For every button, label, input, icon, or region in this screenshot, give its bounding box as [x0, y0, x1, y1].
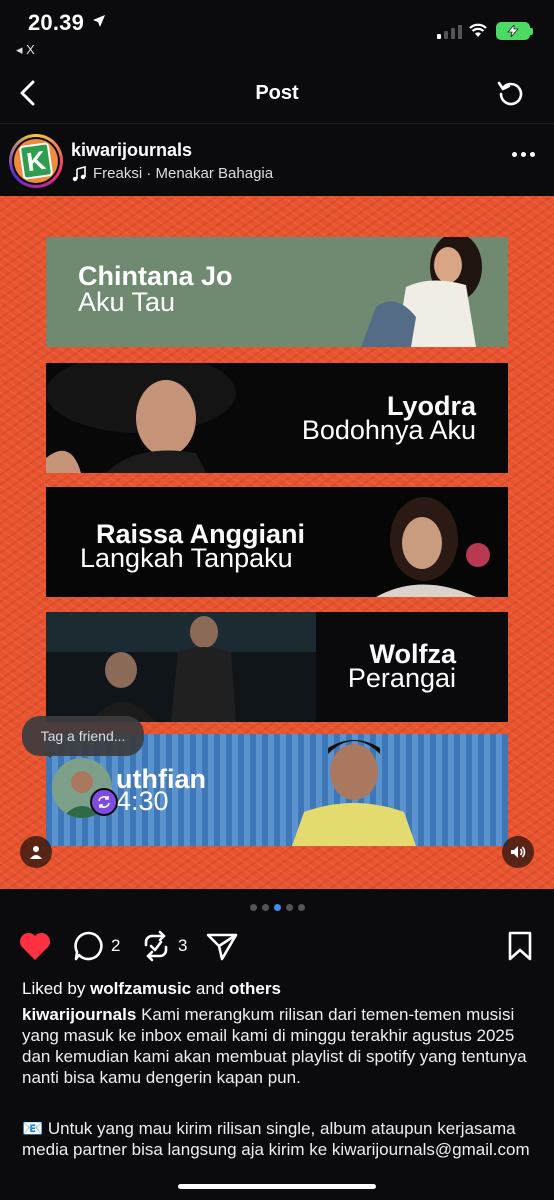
card-song: Aku Tau — [78, 287, 176, 317]
action-bar: 2 3 — [0, 926, 554, 966]
carousel-dot — [249, 904, 257, 911]
music-note-icon — [72, 165, 86, 181]
liked-by-text[interactable]: Liked by wolfzamusic and others — [22, 979, 281, 999]
back-to-app-link[interactable]: ◂ X — [16, 42, 35, 58]
top-nav: Post — [0, 64, 554, 124]
carousel-dot — [285, 904, 293, 911]
repost-count[interactable]: 3 — [178, 936, 187, 956]
artist-photo — [356, 487, 508, 597]
battery-charging-icon — [496, 22, 533, 40]
music-attribution[interactable]: Freaksi · Menakar Bahagia — [71, 165, 273, 182]
playlist-card-wolfza: Wolfza Perangai — [46, 612, 508, 722]
carousel-indicator — [0, 904, 554, 911]
liked-by-user[interactable]: wolfzamusic — [90, 979, 191, 998]
artist-photo — [336, 237, 508, 347]
comment-icon[interactable] — [73, 930, 105, 962]
page-title: Post — [255, 82, 299, 104]
home-indicator[interactable] — [178, 1184, 376, 1189]
liked-by-and: and — [195, 979, 225, 998]
avatar-logo: K — [18, 142, 54, 180]
liked-by-prefix: Liked by — [22, 979, 86, 998]
card-song: Perangai — [347, 663, 456, 693]
artist-photo — [46, 612, 316, 722]
more-options-icon[interactable] — [512, 152, 535, 157]
music-label: Freaksi · Menakar Bahagia — [93, 165, 274, 182]
playlist-card-raissa-anggiani: Raissa Anggiani Langkah Tanpaku — [46, 487, 508, 597]
status-time: 20.39 — [28, 10, 85, 35]
post-media[interactable]: Chintana Jo Aku Tau Lyodra Bodohnya Aku … — [0, 196, 554, 889]
cellular-signal-icon — [437, 24, 462, 39]
comment-count[interactable]: 2 — [111, 936, 120, 956]
post-caption-contact: 📧 Untuk yang mau kirim rilisan single, a… — [22, 1119, 530, 1159]
like-heart-icon[interactable] — [18, 930, 52, 962]
sound-on-icon[interactable] — [502, 836, 534, 868]
liked-by-others[interactable]: others — [229, 979, 281, 998]
status-bar: 20.39 ◂ X — [0, 0, 554, 64]
card-song: 4:30 — [116, 786, 169, 816]
tagged-people-icon[interactable] — [20, 836, 52, 868]
repost-badge-icon — [90, 788, 118, 816]
artist-photo — [46, 363, 266, 473]
avatar[interactable]: K — [9, 134, 63, 188]
card-song: Langkah Tanpaku — [80, 543, 293, 573]
caption-username[interactable]: kiwarijournals — [22, 1005, 136, 1024]
post-caption: kiwarijournals Kami merangkum rilisan da… — [22, 1004, 537, 1088]
save-bookmark-icon[interactable] — [506, 930, 534, 962]
post-header: K kiwarijournals Freaksi · Menakar Bahag… — [0, 124, 554, 196]
artist-photo — [292, 740, 416, 846]
carousel-dot-active — [273, 904, 281, 911]
location-arrow-icon — [93, 15, 105, 27]
refresh-icon[interactable] — [496, 78, 526, 108]
wifi-icon — [469, 23, 487, 37]
carousel-dot — [297, 904, 305, 911]
card-song: Bodohnya Aku — [301, 415, 476, 445]
playlist-card-chintana-jo: Chintana Jo Aku Tau — [46, 237, 508, 347]
share-send-icon[interactable] — [205, 930, 239, 962]
playlist-card-lyodra: Lyodra Bodohnya Aku — [46, 363, 508, 473]
carousel-dot — [261, 904, 269, 911]
tag-friend-tooltip[interactable]: Tag a friend... — [22, 716, 144, 758]
post-username[interactable]: kiwarijournals — [71, 140, 192, 161]
repost-icon[interactable] — [140, 930, 172, 962]
